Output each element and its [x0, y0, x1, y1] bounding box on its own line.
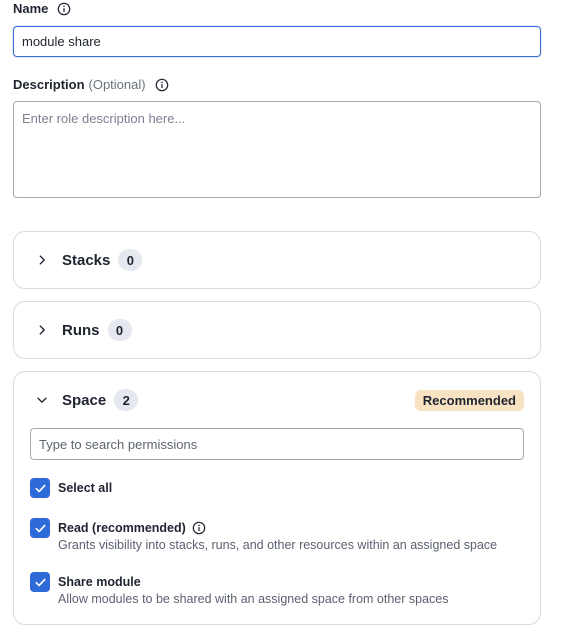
permission-search-input[interactable]	[30, 428, 524, 460]
chevron-right-icon	[34, 322, 50, 338]
runs-title: Runs	[62, 321, 100, 339]
section-runs: Runs 0	[13, 301, 541, 359]
info-icon[interactable]	[155, 78, 169, 92]
runs-header[interactable]: Runs 0	[14, 302, 540, 358]
select-all-checkbox[interactable]	[30, 478, 50, 498]
name-input[interactable]	[13, 26, 541, 57]
permission-row-read: Read (recommended) Grants visibility int…	[30, 518, 497, 552]
info-icon[interactable]	[192, 521, 206, 535]
share-module-checkbox[interactable]	[30, 572, 50, 592]
share-module-description: Allow modules to be shared with an assig…	[58, 592, 449, 606]
chevron-right-icon	[34, 252, 50, 268]
space-title: Space	[62, 391, 107, 409]
read-description: Grants visibility into stacks, runs, and…	[58, 538, 498, 552]
read-checkbox[interactable]	[30, 518, 50, 538]
name-label-row: Name	[13, 1, 71, 16]
optional-label: (Optional)	[88, 77, 146, 92]
stacks-count-badge: 0	[118, 249, 143, 271]
select-all-label: Select all	[58, 481, 113, 495]
share-module-label: Share module	[58, 575, 141, 589]
description-label-row: Description (Optional)	[13, 77, 169, 92]
info-icon[interactable]	[57, 2, 71, 16]
select-all-row: Select all	[30, 478, 112, 498]
section-space: Space 2 Recommended Select all Read (rec…	[13, 371, 541, 625]
permission-row-share-module: Share module Allow modules to be shared …	[30, 572, 449, 606]
stacks-header[interactable]: Stacks 0	[14, 232, 540, 288]
stacks-title: Stacks	[62, 251, 111, 269]
description-label: Description	[13, 77, 85, 92]
read-label: Read (recommended)	[58, 521, 186, 535]
recommended-badge: Recommended	[414, 390, 524, 411]
name-label: Name	[13, 1, 49, 16]
space-count-badge: 2	[114, 389, 139, 411]
section-stacks: Stacks 0	[13, 231, 541, 289]
runs-count-badge: 0	[107, 319, 132, 341]
description-textarea[interactable]	[13, 101, 541, 198]
chevron-down-icon	[34, 392, 50, 408]
